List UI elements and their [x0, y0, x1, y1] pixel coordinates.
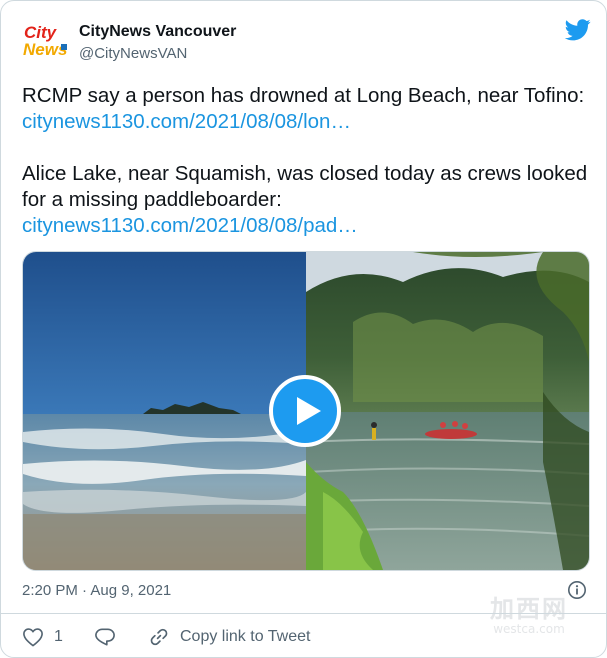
- tweet-link-2[interactable]: citynews1130.com/2021/08/08/pad…: [22, 214, 358, 237]
- avatar[interactable]: City News: [21, 19, 71, 61]
- tweet-link-1[interactable]: citynews1130.com/2021/08/08/lon…: [22, 110, 351, 133]
- like-button[interactable]: 1: [22, 625, 63, 649]
- play-icon: [297, 397, 321, 425]
- tweet-text: RCMP say a person has drowned at Long Be…: [22, 83, 592, 239]
- link-icon: [150, 628, 168, 646]
- tweet-actions: 1 Copy link to Tweet: [22, 625, 592, 649]
- reply-icon: [95, 628, 115, 646]
- citynews-logo: City News: [23, 23, 67, 59]
- divider: [1, 613, 606, 614]
- play-button[interactable]: [269, 375, 341, 447]
- tweet-timestamp[interactable]: 2:20 PM · Aug 9, 2021: [22, 581, 171, 601]
- tweet-paragraph-2: Alice Lake, near Squamish, was closed to…: [22, 161, 592, 239]
- account-names: CityNews Vancouver @CityNewsVAN: [79, 22, 236, 64]
- watermark-cn: 加西网: [490, 595, 568, 623]
- copy-link-label: Copy link to Tweet: [180, 628, 311, 645]
- copy-link-button[interactable]: Copy link to Tweet: [148, 625, 310, 649]
- heart-icon: [23, 628, 43, 647]
- reply-button[interactable]: [94, 625, 116, 649]
- tweet-paragraph-1: RCMP say a person has drowned at Long Be…: [22, 83, 592, 135]
- tweet-card: City News CityNews Vancouver @CityNewsVA…: [0, 0, 607, 658]
- display-name[interactable]: CityNews Vancouver: [79, 22, 236, 42]
- svg-text:News: News: [23, 40, 67, 59]
- video-thumbnail[interactable]: [22, 251, 590, 571]
- tweet-header: City News CityNews Vancouver @CityNewsVA…: [21, 19, 591, 67]
- twitter-bird-icon[interactable]: [564, 19, 591, 41]
- tweet-para1-text: RCMP say a person has drowned at Long Be…: [22, 84, 585, 107]
- account-handle[interactable]: @CityNewsVAN: [79, 44, 236, 64]
- tweet-para2-text: Alice Lake, near Squamish, was closed to…: [22, 162, 588, 211]
- like-count: 1: [54, 628, 63, 645]
